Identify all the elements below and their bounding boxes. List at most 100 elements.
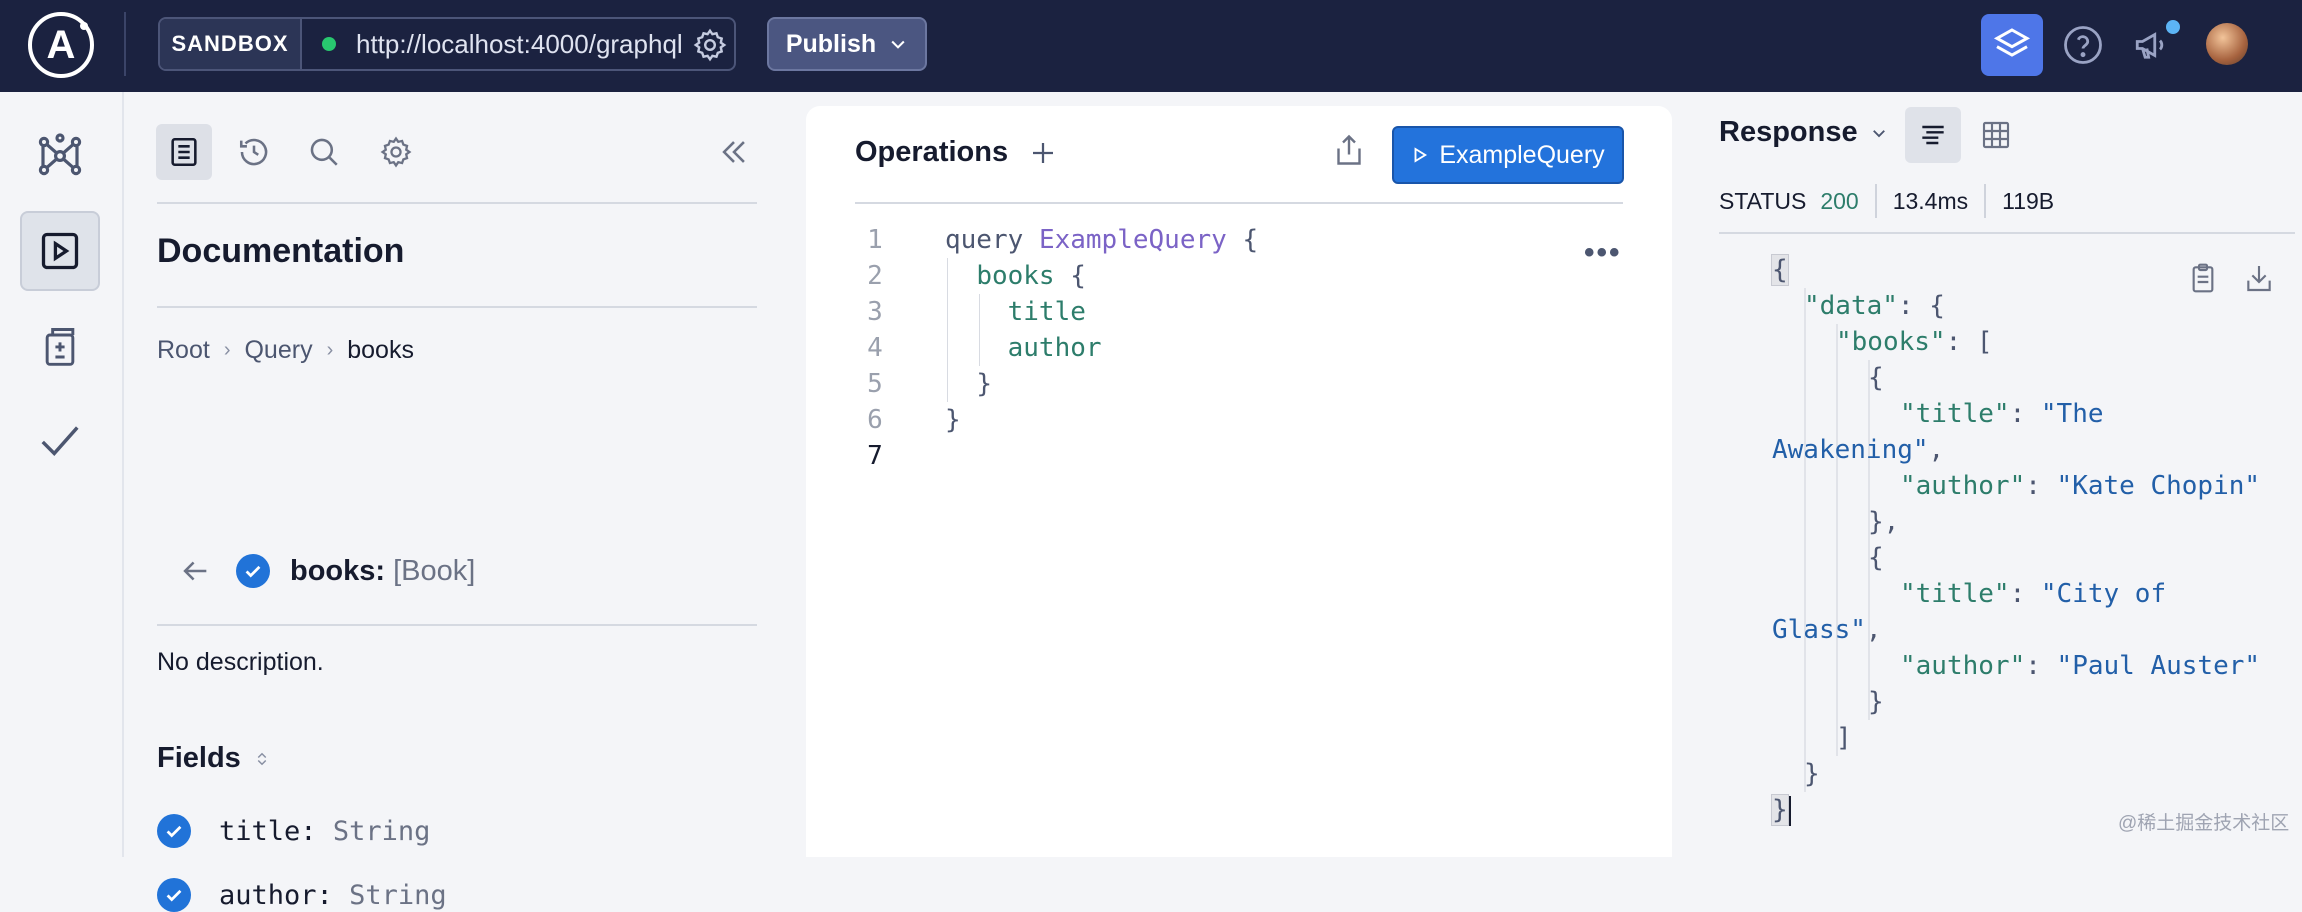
play-icon <box>1414 147 1428 163</box>
operations-panel: Operations ExampleQuery ••• 1 2 3 4 5 6 … <box>806 106 1672 857</box>
text-lines-icon <box>1922 125 1944 145</box>
diff-file-icon <box>45 328 75 366</box>
docs-tab-button[interactable] <box>156 124 212 180</box>
field-description: No description. <box>157 648 324 676</box>
nav-explorer-button[interactable] <box>20 211 100 291</box>
code-line: } <box>976 369 992 399</box>
json-line: "author": "Paul Auster" <box>1900 651 2261 681</box>
json-line: "title": "The <box>1900 399 2104 429</box>
apollo-logo-icon[interactable]: A <box>28 12 94 78</box>
text-cursor <box>1787 795 1791 826</box>
nav-validation-button[interactable] <box>20 401 100 481</box>
response-status-bar: STATUS 200 13.4ms 119B <box>1719 184 2054 218</box>
breadcrumb: Root › Query › books <box>157 336 414 365</box>
watermark: @稀土掘金技术社区 <box>2118 813 2290 834</box>
table-view-button[interactable] <box>1968 107 2024 163</box>
json-view-button[interactable] <box>1905 107 1961 163</box>
json-line: { <box>1771 254 1789 286</box>
nav-schema-button[interactable] <box>20 116 100 196</box>
json-line: } <box>1868 687 1884 717</box>
field-row-title[interactable]: title: String <box>157 814 430 848</box>
status-code: 200 <box>1820 187 1859 214</box>
connection-settings-gear-icon[interactable] <box>692 27 728 68</box>
document-icon <box>171 137 197 167</box>
response-title-dropdown[interactable]: Response <box>1719 116 1888 149</box>
publish-button[interactable]: Publish <box>767 17 927 71</box>
json-line: } <box>1804 759 1820 789</box>
more-options-icon[interactable]: ••• <box>1584 236 1622 270</box>
field-header: books: [Book] <box>236 554 475 588</box>
line-number: 7 <box>867 441 883 471</box>
left-nav-rail <box>0 92 124 857</box>
field-name: books: <box>290 554 386 587</box>
divider <box>124 12 126 76</box>
table-icon <box>1982 121 2010 149</box>
breadcrumb-query[interactable]: Query <box>244 336 312 365</box>
json-line: { <box>1868 363 1884 393</box>
field-checkbox[interactable] <box>157 878 191 912</box>
divider <box>157 624 757 626</box>
divider <box>1719 232 2295 234</box>
download-icon <box>2247 266 2271 292</box>
help-button[interactable] <box>2052 14 2114 76</box>
connection-status-dot <box>322 37 336 51</box>
download-response-button[interactable] <box>2243 262 2275 299</box>
divider <box>1984 184 1987 218</box>
settings-tab-button[interactable] <box>368 124 424 180</box>
publish-label: Publish <box>785 29 877 58</box>
nav-checks-button[interactable] <box>20 306 100 386</box>
share-icon <box>1337 134 1361 165</box>
check-icon <box>166 889 182 902</box>
json-line: } <box>1771 792 1791 828</box>
response-panel: Response STATUS 200 13.4ms 119B { "data"… <box>1672 92 2302 857</box>
chevron-right-icon: › <box>223 339 231 361</box>
copy-response-button[interactable] <box>2187 262 2219 299</box>
sort-icon[interactable] <box>253 750 271 768</box>
operations-title: Operations <box>855 136 1009 168</box>
embedded-explorer-button[interactable] <box>1981 14 2043 76</box>
divider <box>157 306 757 308</box>
field-type[interactable]: [Book] <box>393 555 475 587</box>
breadcrumb-current: books <box>347 336 414 364</box>
field-row-author[interactable]: author: String <box>157 878 447 912</box>
fields-heading: Fields <box>157 742 271 775</box>
response-size: 119B <box>2002 187 2055 214</box>
back-button[interactable] <box>178 554 212 593</box>
user-avatar[interactable] <box>2206 23 2248 65</box>
field-name: author: <box>219 879 333 911</box>
history-tab-button[interactable] <box>226 124 282 180</box>
line-number: 3 <box>867 297 883 327</box>
double-chevron-left-icon <box>722 141 745 163</box>
gear-icon <box>380 136 412 168</box>
json-line: "author": "Kate Chopin" <box>1900 471 2261 501</box>
arrow-left-icon <box>183 561 207 581</box>
plus-icon <box>1033 143 1053 163</box>
run-query-label: ExampleQuery <box>1439 140 1605 169</box>
field-type[interactable]: String <box>349 880 447 911</box>
line-number: 6 <box>867 405 883 435</box>
check-icon <box>166 825 182 838</box>
field-checkbox[interactable] <box>157 814 191 848</box>
field-selected-checkbox[interactable] <box>236 554 270 588</box>
search-tab-button[interactable] <box>296 124 352 180</box>
json-line: ] <box>1836 723 1852 753</box>
json-line: "books": [ <box>1836 327 1993 357</box>
json-line: "data": { <box>1804 291 1945 321</box>
run-query-button[interactable]: ExampleQuery <box>1392 126 1624 184</box>
endpoint-url-input[interactable]: http://localhost:4000/graphql <box>356 29 683 60</box>
code-line: query ExampleQuery { <box>945 225 1259 255</box>
chevron-down-icon <box>891 40 905 49</box>
collapse-panel-button[interactable] <box>706 124 762 180</box>
line-number: 1 <box>867 225 883 255</box>
check-icon <box>245 565 261 578</box>
search-icon <box>310 138 338 166</box>
endpoint-bar: SANDBOX http://localhost:4000/graphql <box>158 17 736 71</box>
field-name: title: <box>219 815 317 847</box>
code-line: title <box>1007 297 1086 327</box>
share-button[interactable] <box>1331 132 1367 173</box>
breadcrumb-root[interactable]: Root <box>157 336 210 365</box>
chevron-down-icon <box>1872 129 1885 137</box>
field-type[interactable]: String <box>333 816 431 847</box>
indent-guide <box>1836 324 1838 756</box>
new-tab-button[interactable] <box>1028 138 1058 173</box>
